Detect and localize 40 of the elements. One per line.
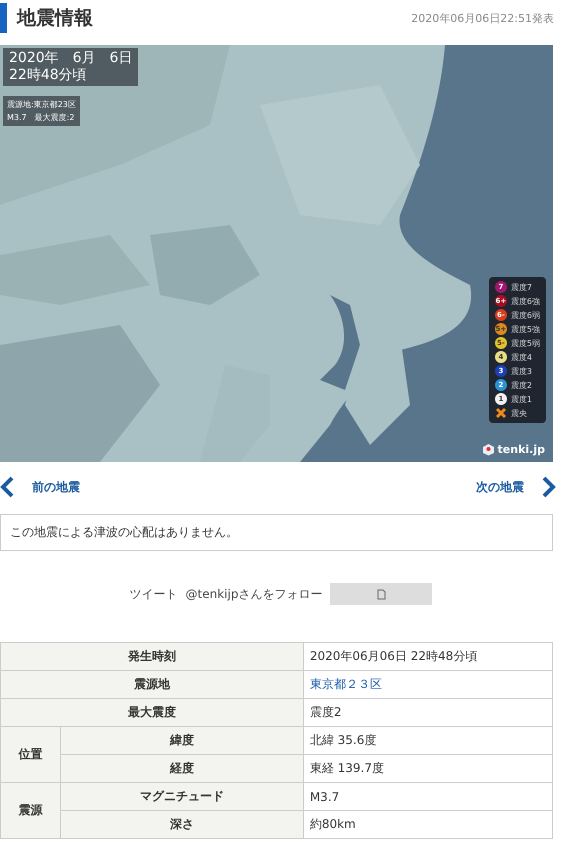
- group-header: 震源: [0, 782, 60, 838]
- table-cell: 東経 139.7度: [303, 754, 552, 782]
- row-header: 最大震度: [0, 698, 304, 726]
- table-cell: 2020年06月06日 22時48分頃: [303, 642, 552, 670]
- row-header: マグニチュード: [60, 782, 304, 810]
- legend-label: 震度3: [510, 366, 532, 376]
- follow-link[interactable]: @tenkijpさんをフォロー: [186, 586, 322, 602]
- next-link[interactable]: 次の地震: [476, 476, 556, 498]
- tweet-link[interactable]: ツイート: [130, 586, 178, 602]
- datetime-overlay: 2020年 6月 6日 22時48分頃: [3, 48, 138, 86]
- file-icon: [376, 588, 386, 600]
- legend-label: 震度5強: [510, 324, 540, 334]
- published-time: 2020年06月06日22:51発表: [411, 10, 554, 26]
- legend-label: 震央: [510, 408, 527, 418]
- row-header: 震源地: [0, 670, 304, 698]
- brand-logo-icon: [482, 443, 495, 456]
- tsunami-notice: この地震による津波の心配はありません。: [0, 514, 553, 551]
- row-header: 緯度: [60, 726, 304, 754]
- chevron-right-icon: [542, 476, 556, 498]
- chevron-left-icon: [0, 476, 14, 498]
- table-cell: 震度2: [303, 698, 552, 726]
- legend-label: 震度1: [510, 394, 532, 404]
- legend-label: 震度6弱: [510, 310, 540, 320]
- legend-label: 震度4: [510, 352, 532, 362]
- previous-link[interactable]: 前の地震: [0, 476, 80, 498]
- legend-label: 震度5弱: [510, 338, 540, 348]
- row-header: 深さ: [60, 810, 304, 838]
- brand-name: tenki.jp: [498, 443, 545, 456]
- row-header: 発生時刻: [0, 642, 304, 670]
- row-header: 経度: [60, 754, 304, 782]
- legend-label: 震度6強: [510, 296, 540, 306]
- page-title: 地震情報: [0, 3, 93, 33]
- table-cell: 北緯 35.6度: [303, 726, 552, 754]
- table-cell: M3.7: [303, 782, 552, 810]
- group-header: 位置: [0, 726, 60, 782]
- legend-label: 震度7: [510, 282, 532, 292]
- summary-overlay: 震源地:東京都23区 M3.7 最大震度:2: [3, 96, 80, 126]
- table-cell: 約80km: [303, 810, 552, 838]
- location-link[interactable]: 東京都２３区: [310, 677, 382, 691]
- legend-label: 震度2: [510, 380, 532, 390]
